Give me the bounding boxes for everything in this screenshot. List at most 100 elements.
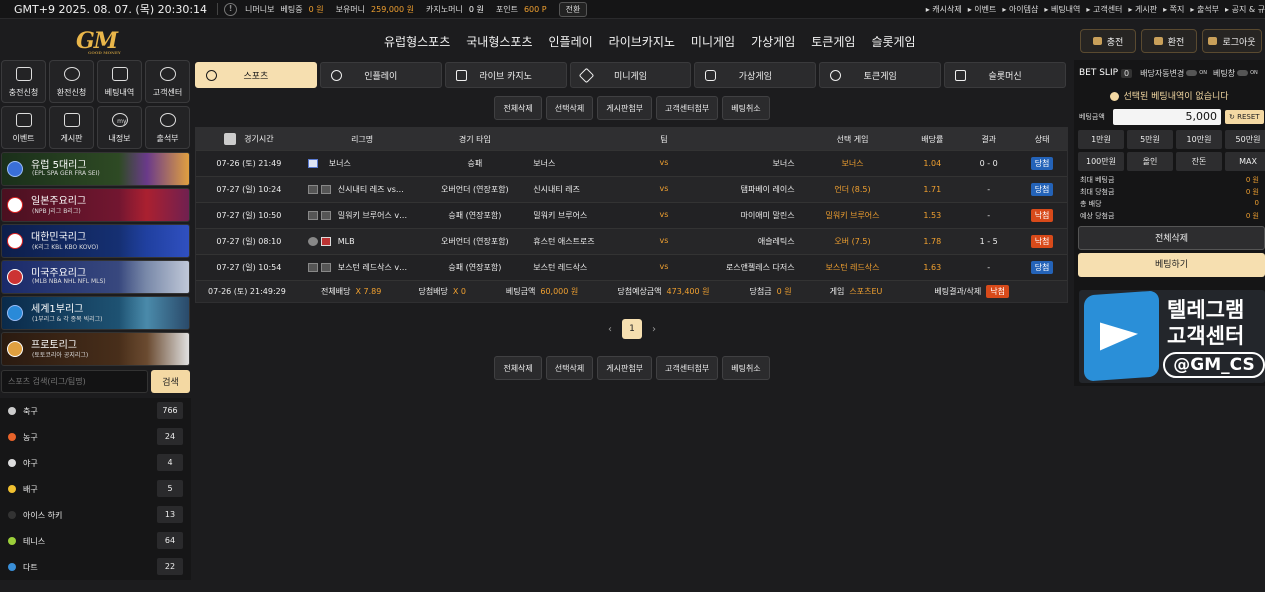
cancel-bet-button[interactable]: 베팅취소 [722,356,770,380]
tab-sports[interactable]: 스포츠 [195,62,317,88]
sport-item-soccer[interactable]: 축구 766 [0,398,191,424]
top-link-notice[interactable]: ▸ 공지 & 규 [1225,4,1265,15]
amount-50k-button[interactable]: 5만원 [1127,130,1173,149]
my-info-button[interactable]: my 내정보 [97,106,142,149]
sport-item-icehockey[interactable]: 아이스 하키 13 [0,502,191,528]
banner-world[interactable]: 세계1부리그 (1부리그 & 각 종목 빅리그) [1,296,190,330]
delete-selected-button[interactable]: 선택삭제 [545,356,594,380]
tab-slot-machine[interactable]: 슬롯머신 [944,62,1067,88]
banner-proto[interactable]: 프로토리그 (토토코리아 공지리그) [1,332,190,366]
next-page-button[interactable]: › [652,324,656,335]
amount-100k-button[interactable]: 10만원 [1176,130,1222,149]
power-icon [1208,37,1218,45]
gamepad-icon [705,70,717,81]
select-all-checkbox[interactable] [224,133,237,145]
diamond-icon [15,113,32,127]
top-link-itemshop[interactable]: ▸ 아이템샵 [1002,4,1038,15]
sport-search-input[interactable] [1,370,148,393]
table-row[interactable]: 07-27 (일) 10:24 신시내티 레즈 vs… 오버언더 (연장포함) … [196,176,1067,202]
top-link-board[interactable]: ▸ 게시판 [1128,4,1157,15]
top-link-bet-history[interactable]: ▸ 베팅내역 [1044,4,1080,15]
cancel-bet-button[interactable]: 베팅취소 [722,96,770,120]
table-row[interactable]: 07-27 (일) 08:10 MLB 오버언더 (연장포함) 휴스턴 애스트로… [196,228,1067,254]
tab-live-casino[interactable]: 라이브 카지노 [444,62,567,88]
summary-result-badge[interactable]: 낙첨 [986,285,1009,298]
reset-button[interactable]: ↻ RESET [1225,110,1264,124]
attach-board-button[interactable]: 게시판첨부 [597,96,653,120]
top-link-support[interactable]: ▸ 고객센터 [1086,4,1122,15]
bet-history-button[interactable]: 베팅내역 [97,60,142,103]
withdraw-request-button[interactable]: 환전신청 [49,60,94,103]
support-button[interactable]: 고객센터 [145,60,190,103]
tab-inplay[interactable]: 인플레이 [319,62,442,88]
event-button[interactable]: 이벤트 [1,106,46,149]
slip-clear-all-button[interactable]: 전체삭제 [1078,226,1265,250]
nav-slot-game[interactable]: 슬롯게임 [871,33,915,50]
nav-live-casino[interactable]: 라이브카지노 [609,33,675,50]
quick-amount-buttons: 1만원 5만원 10만원 50만원 100만원 올인 잔돈 MAX [1078,130,1265,171]
pagination: ‹ 1 › [195,319,1069,339]
nav-token-game[interactable]: 토큰게임 [811,33,855,50]
attach-board-button[interactable]: 게시판첨부 [597,356,653,380]
nav-european-sports[interactable]: 유럽형스포츠 [384,33,450,50]
nav-minigame[interactable]: 미니게임 [691,33,735,50]
delete-selected-button[interactable]: 선택삭제 [545,96,594,120]
sport-item-darts[interactable]: 다트 22 [0,554,191,580]
deposit-request-button[interactable]: 충전신청 [1,60,46,103]
logout-button[interactable]: 로그아웃 [1202,29,1262,53]
wallet-icon [1092,37,1102,45]
max-button[interactable]: MAX [1225,152,1265,171]
top-link-event[interactable]: ▸ 이벤트 [968,4,997,15]
page-number[interactable]: 1 [622,319,642,339]
withdraw-button[interactable]: 환전 [1141,29,1197,53]
amount-10k-button[interactable]: 1만원 [1078,130,1124,149]
site-logo[interactable]: GM GOOD MONEY [76,28,128,55]
delete-all-button[interactable]: 전체삭제 [494,96,542,120]
nav-domestic-sports[interactable]: 국내형스포츠 [466,33,532,50]
board-button[interactable]: 게시판 [49,106,94,149]
auto-odds-toggle[interactable] [1186,70,1198,76]
banner-usa[interactable]: 미국주요리그 (MLB NBA NHL NFL MLS) [1,260,190,294]
banner-japan[interactable]: 일본주요리그 (NPB J리그 B리그) [1,188,190,222]
tab-virtual-game[interactable]: 가상게임 [694,62,817,88]
bet-slip-count: 0 [1121,68,1133,78]
place-bet-button[interactable]: 베팅하기 [1078,253,1265,277]
table-row[interactable]: 07-26 (토) 21:49 보너스 승패 보너스 vs 보너스 보너스 1.04… [196,150,1067,176]
bet-slip-header: BET SLIP 0 배당자동변경 ON 베팅창 ON [1079,68,1258,78]
telegram-support-banner[interactable]: 텔레그램 고객센터 @GM_CS [1079,290,1265,383]
league-logos-image [119,153,189,185]
banner-korea[interactable]: 대한민국리그 (K리그 KBL KBO KOVO) [1,224,190,258]
sport-item-tennis[interactable]: 테니스 64 [0,528,191,554]
top-link-messages[interactable]: ▸ 쪽지 [1163,4,1184,15]
attendance-button[interactable]: 출석부 [145,106,190,149]
banner-europe[interactable]: 유럽 5대리그 (EPL SPA GER FRA SEI) [1,152,190,186]
keep-slip-toggle[interactable] [1237,70,1249,76]
tab-token-game[interactable]: 토큰게임 [819,62,942,88]
top-link-attendance[interactable]: ▸ 출석부 [1190,4,1219,15]
attach-support-button[interactable]: 고객센터첨부 [656,356,719,380]
convert-button[interactable]: 전환 [558,1,588,17]
korea-flag-icon [7,233,23,249]
tab-minigame[interactable]: 미니게임 [569,62,692,88]
change-button[interactable]: 잔돈 [1176,152,1222,171]
bet-amount-row: 베팅금액 5,000 ↻ RESET [1074,108,1265,126]
delete-all-button[interactable]: 전체삭제 [494,356,542,380]
table-row[interactable]: 07-27 (일) 10:54 보스턴 레드삭스 v… 승패 (연장포함) 보스… [196,254,1067,280]
sport-item-basketball[interactable]: 농구 24 [0,424,191,450]
top-link-cache[interactable]: ▸ 캐시삭제 [926,4,962,15]
sport-item-volleyball[interactable]: 배구 5 [0,476,191,502]
bet-amount-input[interactable]: 5,000 [1113,109,1221,125]
nav-virtual-game[interactable]: 가상게임 [751,33,795,50]
sport-item-baseball[interactable]: 야구 4 [0,450,191,476]
table-row[interactable]: 07-27 (일) 10:50 밀워키 브루어스 v… 승패 (연장포함) 밀워… [196,202,1067,228]
nav-inplay[interactable]: 인플레이 [549,33,593,50]
deposit-button[interactable]: 충전 [1080,29,1136,53]
amount-500k-button[interactable]: 50만원 [1225,130,1265,149]
sport-search-button[interactable]: 검색 [151,370,190,393]
japan-flag-icon [7,197,23,213]
prev-page-button[interactable]: ‹ [608,324,612,335]
all-in-button[interactable]: 올인 [1127,152,1173,171]
amount-1m-button[interactable]: 100만원 [1078,152,1124,171]
balance-value: 259,000 원 [371,4,415,14]
attach-support-button[interactable]: 고객센터첨부 [656,96,719,120]
